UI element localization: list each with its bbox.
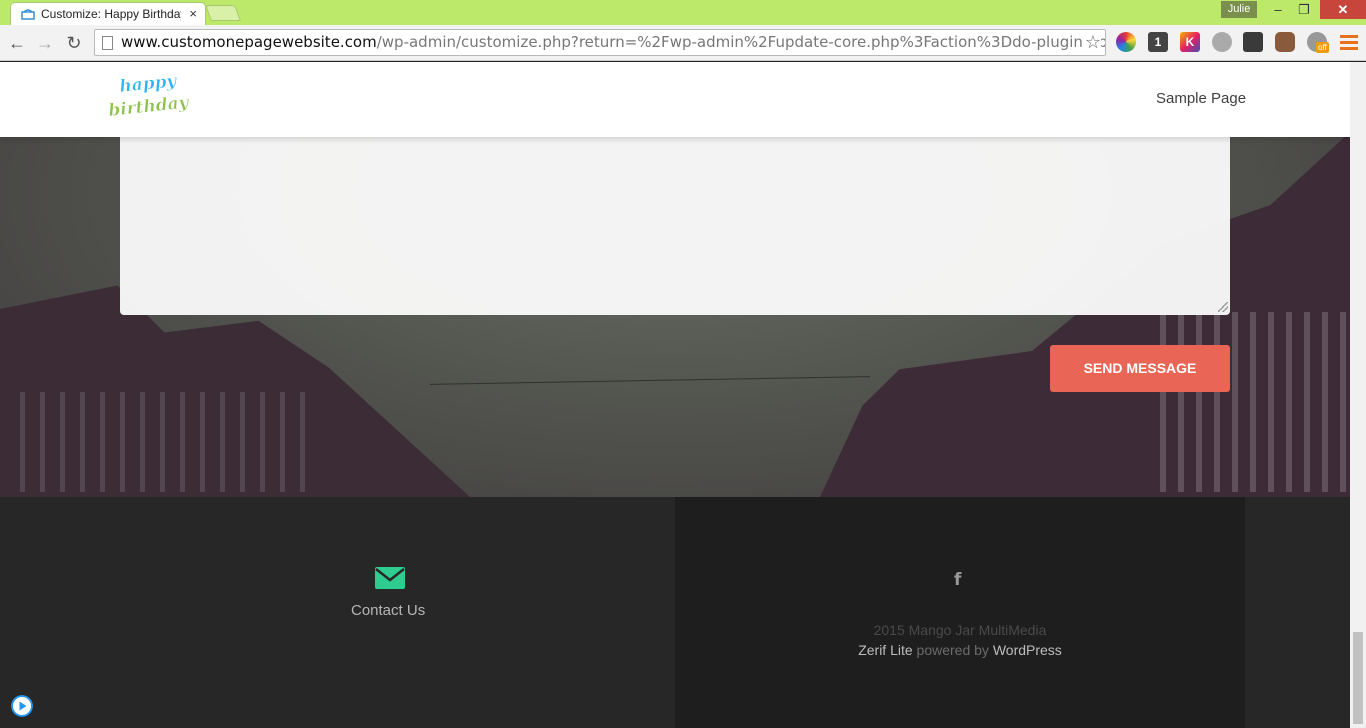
powered-by-text: powered by	[912, 642, 993, 658]
tab-close-icon[interactable]: ×	[189, 6, 197, 21]
close-window-button[interactable]: ✕	[1320, 0, 1366, 19]
new-tab-button[interactable]	[205, 5, 241, 21]
wordpress-gift-icon	[21, 9, 35, 20]
footer-social-column	[675, 497, 1245, 728]
k-extension-icon[interactable]: K	[1180, 32, 1200, 52]
background-windows-right	[1160, 312, 1350, 492]
maximize-button[interactable]: ❐	[1292, 0, 1316, 19]
color-wheel-extension-icon[interactable]	[1116, 32, 1136, 52]
copyright-text: 2015 Mango Jar MultiMedia	[873, 622, 1047, 638]
back-arrow-icon[interactable]: ←	[6, 32, 28, 54]
url-host: www.customonepagewebsite.com	[121, 33, 377, 51]
happy-birthday-logo[interactable]: happy birthday	[106, 70, 192, 130]
instagram-extension-icon[interactable]	[1275, 32, 1295, 52]
page-icon	[102, 36, 113, 50]
counter-extension-icon[interactable]: 1	[1148, 32, 1168, 52]
check-extension-icon[interactable]	[1212, 32, 1232, 52]
adblock-extension-icon[interactable]: off	[1307, 32, 1329, 53]
svg-text:happy: happy	[118, 71, 178, 97]
footer-contact-column	[0, 497, 675, 728]
extension-off-badge: off	[1316, 42, 1329, 53]
site-header: happy birthday Sample Page	[0, 62, 1350, 137]
facebook-icon[interactable]: f	[954, 570, 961, 590]
scrollbar-thumb[interactable]	[1353, 632, 1363, 724]
background-windows-left	[20, 392, 320, 492]
browser-menu-icon[interactable]	[1340, 35, 1358, 51]
address-bar[interactable]: www.customonepagewebsite.com/wp-admin/cu…	[94, 29, 1106, 56]
browser-titlebar: Customize: Happy Birthday × Julie – ❐ ✕	[0, 0, 1366, 25]
forward-arrow-icon[interactable]: →	[34, 32, 56, 54]
evernote-extension-icon[interactable]	[1243, 32, 1263, 52]
profile-badge[interactable]: Julie	[1221, 1, 1257, 18]
browser-tab-active[interactable]: Customize: Happy Birthday ×	[10, 2, 206, 25]
tab-title: Customize: Happy Birthday	[41, 7, 181, 21]
wordpress-link[interactable]: WordPress	[993, 642, 1062, 658]
reload-icon[interactable]: ↻	[63, 32, 85, 54]
background-wire	[430, 376, 870, 385]
send-message-button[interactable]: SEND MESSAGE	[1050, 345, 1230, 392]
zerif-lite-link[interactable]: Zerif Lite	[858, 642, 912, 658]
url-path: /wp-admin/customize.php?return=%2Fwp-adm…	[376, 33, 1106, 51]
play-icon[interactable]	[11, 695, 33, 717]
page-scrollbar[interactable]	[1350, 62, 1366, 728]
credits-line: Zerif Lite powered by WordPress	[675, 642, 1245, 658]
page-viewport: SEND MESSAGE happy birthday Sample Page …	[0, 62, 1350, 728]
bookmark-star-icon[interactable]: ☆	[1082, 30, 1101, 55]
footer-right-column	[1245, 497, 1350, 728]
minimize-button[interactable]: –	[1266, 0, 1290, 19]
contact-us-link[interactable]: Contact Us	[351, 602, 425, 619]
envelope-icon[interactable]	[375, 567, 405, 589]
browser-toolbar: ← → ↻ www.customonepagewebsite.com/wp-ad…	[0, 25, 1366, 61]
nav-link-sample-page[interactable]: Sample Page	[1156, 90, 1246, 107]
textarea-resize-handle[interactable]	[1218, 302, 1228, 312]
